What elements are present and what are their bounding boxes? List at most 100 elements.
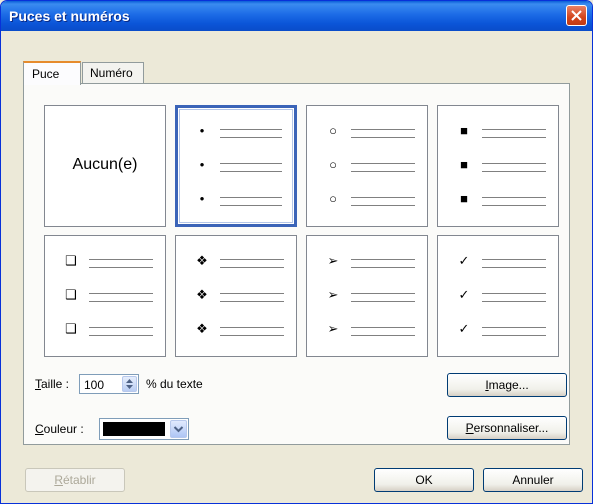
arrowhead-bullet-icon: ➢	[327, 287, 339, 302]
preview-line	[482, 327, 546, 328]
bullet-preview-row: •	[178, 158, 294, 182]
bullet-preview-row: ■	[438, 192, 558, 216]
tab-puce-label: Puce	[32, 67, 60, 81]
preview-line	[351, 205, 415, 206]
preview-line	[89, 301, 153, 302]
bullet-preview-row: ○	[307, 192, 427, 216]
preview-line	[220, 129, 282, 130]
dialog-title: Puces et numéros	[9, 8, 130, 24]
bullet-option-filled-dot[interactable]: • • •	[175, 105, 297, 227]
preview-line	[482, 197, 546, 198]
preview-line	[482, 267, 546, 268]
hollow-circle-bullet-icon: ○	[329, 123, 337, 138]
preview-line	[482, 171, 546, 172]
ok-button[interactable]: OK	[374, 468, 474, 492]
hollow-square-bullet-icon: ❑	[65, 321, 77, 336]
bullet-preview-row: ❖	[176, 288, 296, 312]
preview-line	[220, 335, 284, 336]
checkmark-bullet-icon: ✓	[458, 321, 470, 336]
preview-line	[482, 163, 546, 164]
color-dropdown-button[interactable]	[170, 420, 187, 438]
bullet-preview-row: ○	[307, 158, 427, 182]
bullet-preview-row: ➢	[307, 288, 427, 312]
checkmark-bullet-icon: ✓	[458, 253, 470, 268]
preview-line	[482, 259, 546, 260]
bullet-preview-row: ■	[438, 124, 558, 148]
filled-dot-bullet-icon: •	[199, 123, 205, 138]
preview-line	[89, 327, 153, 328]
bullet-preview-row: ■	[438, 158, 558, 182]
preview-line	[351, 171, 415, 172]
color-picker[interactable]	[99, 418, 189, 440]
bullet-preview-row: ❖	[176, 322, 296, 346]
filled-square-bullet-icon: ■	[460, 191, 468, 206]
preview-line	[482, 301, 546, 302]
preview-line	[351, 137, 415, 138]
bullet-option-hollow-circle[interactable]: ○ ○ ○	[306, 105, 428, 227]
preview-line	[351, 197, 415, 198]
four-diamonds-bullet-icon: ❖	[196, 321, 208, 336]
four-diamonds-bullet-icon: ❖	[196, 253, 208, 268]
cancel-button[interactable]: Annuler	[483, 468, 583, 492]
close-button[interactable]	[566, 5, 587, 26]
preview-line	[89, 335, 153, 336]
preview-line	[220, 197, 282, 198]
preview-line	[220, 267, 284, 268]
reset-button[interactable]: Rétablir	[25, 468, 125, 492]
tab-numero[interactable]: Numéro	[82, 62, 144, 83]
preview-line	[89, 259, 153, 260]
bullet-option-filled-square[interactable]: ■ ■ ■	[437, 105, 559, 227]
preview-line	[351, 163, 415, 164]
tab-numero-label: Numéro	[90, 66, 133, 80]
hollow-square-bullet-icon: ❑	[65, 253, 77, 268]
preview-line	[351, 301, 415, 302]
filled-square-bullet-icon: ■	[460, 123, 468, 138]
filled-dot-bullet-icon: •	[199, 157, 205, 172]
size-suffix: % du texte	[146, 377, 203, 391]
bullet-option-none[interactable]: Aucun(e)	[44, 105, 166, 227]
filled-dot-bullet-icon: •	[199, 191, 205, 206]
bullets-numbering-dialog: Puces et numéros Puce Numéro Aucun(e) • • •…	[0, 0, 593, 504]
chevron-down-icon	[173, 426, 184, 433]
preview-line	[482, 293, 546, 294]
bullet-preview-row: ✓	[438, 288, 558, 312]
filled-square-bullet-icon: ■	[460, 157, 468, 172]
image-button[interactable]: Image...	[447, 373, 567, 397]
preview-line	[351, 293, 415, 294]
size-value: 100	[84, 378, 105, 392]
size-spinner[interactable]: 100	[79, 374, 139, 394]
hollow-circle-bullet-icon: ○	[329, 157, 337, 172]
preview-line	[220, 259, 284, 260]
preview-line	[220, 327, 284, 328]
four-diamonds-bullet-icon: ❖	[196, 287, 208, 302]
preview-line	[482, 205, 546, 206]
preview-line	[351, 267, 415, 268]
preview-line	[351, 335, 415, 336]
preview-line	[351, 327, 415, 328]
preview-line	[220, 205, 282, 206]
color-label: Couleur :	[35, 422, 84, 436]
arrowhead-bullet-icon: ➢	[327, 321, 339, 336]
tab-puce[interactable]: Puce	[23, 61, 81, 85]
bullet-preview-row: •	[178, 124, 294, 148]
preview-line	[220, 293, 284, 294]
bullet-preview-row: ➢	[307, 322, 427, 346]
arrowhead-bullet-icon: ➢	[327, 253, 339, 268]
bullet-option-four-diamonds[interactable]: ❖ ❖ ❖	[175, 235, 297, 357]
bullet-preview-row: ➢	[307, 254, 427, 278]
bullet-preview-row: ○	[307, 124, 427, 148]
bullet-preview-row: ✓	[438, 254, 558, 278]
customize-button[interactable]: Personnaliser...	[447, 416, 567, 440]
preview-line	[482, 129, 546, 130]
bullet-option-hollow-square[interactable]: ❑ ❑ ❑	[44, 235, 166, 357]
preview-line	[220, 163, 282, 164]
close-icon	[571, 10, 582, 21]
no-bullet-label: Aucun(e)	[72, 156, 138, 173]
hollow-square-bullet-icon: ❑	[65, 287, 77, 302]
bullet-option-checkmark[interactable]: ✓ ✓ ✓	[437, 235, 559, 357]
bullet-preview-row: ❖	[176, 254, 296, 278]
bullet-option-arrowhead[interactable]: ➢ ➢ ➢	[306, 235, 428, 357]
checkmark-bullet-icon: ✓	[458, 287, 470, 302]
size-spin-buttons[interactable]	[122, 376, 137, 392]
spin-arrows-icon	[126, 379, 133, 389]
